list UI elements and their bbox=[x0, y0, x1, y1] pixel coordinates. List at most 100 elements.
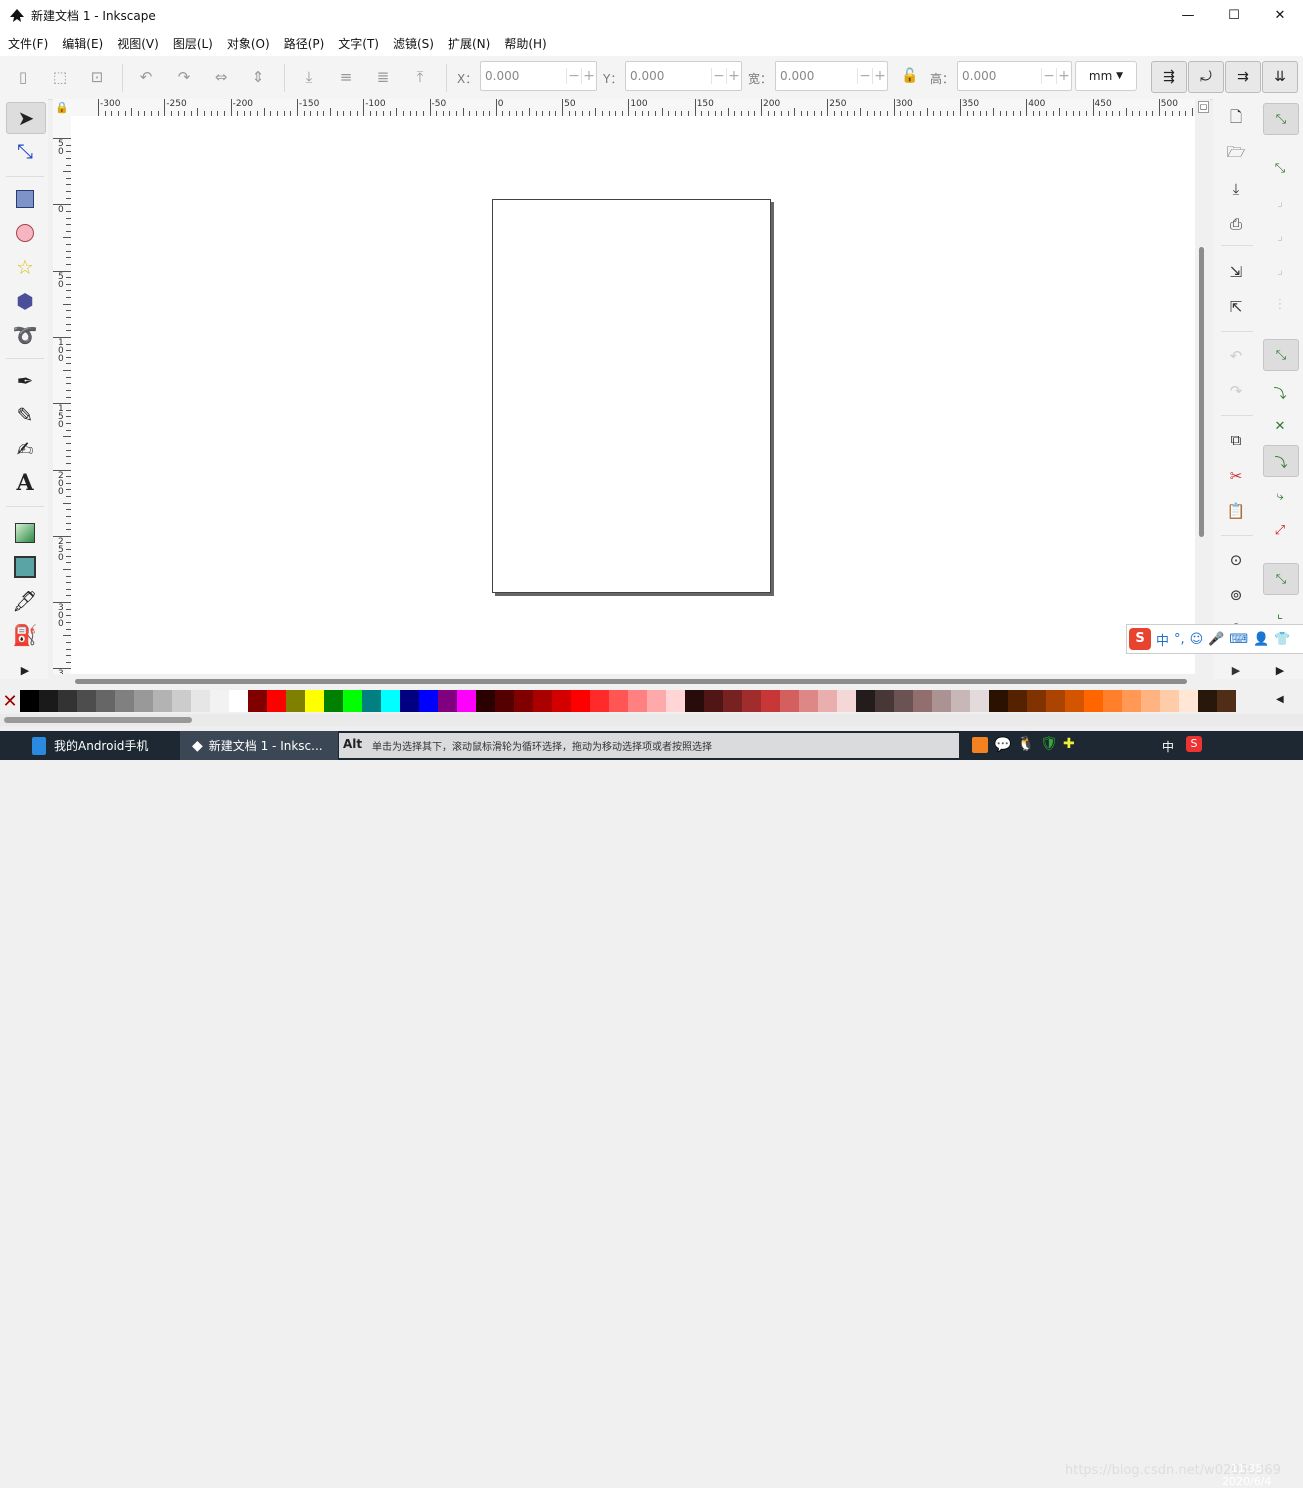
color-swatch[interactable] bbox=[77, 690, 96, 712]
more-commands-button[interactable]: ▶ bbox=[1225, 659, 1247, 681]
flip-vertical-icon[interactable]: ⇕ bbox=[249, 68, 267, 86]
color-swatch[interactable] bbox=[970, 690, 989, 712]
rotate-cw-icon[interactable]: ↷ bbox=[175, 68, 193, 86]
move-patterns-button[interactable]: ⇊ bbox=[1262, 61, 1298, 93]
snap-bbox-corner-button[interactable]: ⌟ bbox=[1263, 221, 1297, 251]
color-swatch[interactable] bbox=[362, 690, 381, 712]
color-swatch[interactable] bbox=[1046, 690, 1065, 712]
color-swatch[interactable] bbox=[134, 690, 153, 712]
scale-stroke-button[interactable]: ⇶ bbox=[1151, 61, 1187, 93]
zoom-selection-icon[interactable]: ⊙ bbox=[1225, 549, 1247, 571]
cut-scissors-icon[interactable]: ✂ bbox=[1225, 465, 1247, 487]
sogou-logo-icon[interactable]: S bbox=[1129, 628, 1151, 650]
color-swatch[interactable] bbox=[267, 690, 286, 712]
undo-icon[interactable]: ↶ bbox=[1225, 345, 1247, 367]
more-snap-button[interactable]: ▶ bbox=[1263, 655, 1297, 685]
color-swatch[interactable] bbox=[1141, 690, 1160, 712]
menu-edit[interactable]: 编辑(E) bbox=[54, 35, 109, 52]
y-input[interactable]: 0.000 − + bbox=[625, 61, 742, 91]
y-increment-button[interactable]: + bbox=[726, 68, 741, 84]
color-swatch[interactable] bbox=[324, 690, 343, 712]
horizontal-scrollbar[interactable] bbox=[71, 674, 1195, 689]
color-swatch[interactable] bbox=[229, 690, 248, 712]
lower-to-bottom-icon[interactable]: ⤓ bbox=[300, 68, 318, 86]
lower-icon[interactable]: ≡ bbox=[337, 68, 355, 86]
color-swatch[interactable] bbox=[400, 690, 419, 712]
taskbar-item-android[interactable]: 我的Android手机 bbox=[0, 731, 175, 760]
menu-extensions[interactable]: 扩展(N) bbox=[440, 35, 496, 52]
color-swatch[interactable] bbox=[381, 690, 400, 712]
more-tools-button[interactable]: ▶ bbox=[6, 655, 44, 685]
zoom-corner-icon[interactable]: ▢ bbox=[1198, 101, 1209, 113]
color-swatch[interactable] bbox=[913, 690, 932, 712]
menu-layer[interactable]: 图层(L) bbox=[165, 35, 219, 52]
color-swatch[interactable] bbox=[856, 690, 875, 712]
vertical-scrollbar-thumb[interactable] bbox=[1199, 247, 1204, 537]
snap-nodes-button[interactable]: ⤡ bbox=[1263, 339, 1299, 371]
color-swatch[interactable] bbox=[419, 690, 438, 712]
color-swatch[interactable] bbox=[495, 690, 514, 712]
shield-tray-icon[interactable]: 🛡 bbox=[1040, 736, 1058, 752]
color-swatch[interactable] bbox=[1008, 690, 1027, 712]
color-swatch[interactable] bbox=[39, 690, 58, 712]
snap-paths-button[interactable]: ⤵ bbox=[1263, 377, 1297, 407]
color-swatch[interactable] bbox=[248, 690, 267, 712]
ime-language-indicator[interactable]: 中 bbox=[1162, 738, 1174, 755]
print-icon[interactable]: ⎙ bbox=[1225, 213, 1247, 235]
width-input[interactable]: 0.000 − + bbox=[775, 61, 888, 91]
selector-tool[interactable]: ➤ bbox=[6, 102, 46, 134]
color-swatch[interactable] bbox=[1084, 690, 1103, 712]
color-swatch[interactable] bbox=[286, 690, 305, 712]
paint-bucket-tool[interactable]: ⛽ bbox=[6, 620, 44, 650]
horizontal-scrollbar-thumb[interactable] bbox=[75, 679, 1187, 684]
microphone-icon[interactable]: 🎤 bbox=[1208, 632, 1224, 647]
no-paint-swatch[interactable]: ✕ bbox=[0, 690, 20, 712]
width-increment-button[interactable]: + bbox=[872, 68, 887, 84]
sogou-tray-icon[interactable]: S bbox=[1186, 736, 1202, 752]
color-swatch[interactable] bbox=[875, 690, 894, 712]
spiral-tool[interactable]: ➰ bbox=[6, 320, 44, 350]
color-swatch[interactable] bbox=[438, 690, 457, 712]
color-swatch[interactable] bbox=[837, 690, 856, 712]
ime-lang-toggle[interactable]: 中 bbox=[1156, 630, 1169, 649]
lock-ratio-icon[interactable]: 🔓 bbox=[901, 68, 918, 84]
color-swatch[interactable] bbox=[58, 690, 77, 712]
paste-icon[interactable]: 📋 bbox=[1225, 500, 1247, 522]
color-swatch[interactable] bbox=[1160, 690, 1179, 712]
redo-icon[interactable]: ↷ bbox=[1225, 380, 1247, 402]
gradient-tool[interactable] bbox=[6, 518, 44, 548]
user-icon[interactable]: 👤 bbox=[1253, 632, 1269, 647]
guides-lock-icon[interactable]: 🔒 bbox=[53, 99, 71, 116]
color-swatch[interactable] bbox=[1065, 690, 1084, 712]
new-document-icon[interactable]: 🗋 bbox=[1225, 108, 1247, 130]
color-swatch[interactable] bbox=[780, 690, 799, 712]
ruler-vertical[interactable]: 50 0 50 100 150 200 250 300 3 bbox=[53, 116, 72, 674]
chat-tray-icon[interactable]: 💬 bbox=[994, 737, 1011, 753]
snap-bbox-button[interactable]: ⤡ bbox=[1263, 153, 1297, 183]
import-icon[interactable]: ⇲ bbox=[1225, 261, 1247, 283]
snap-toggle-button[interactable]: ⤡ bbox=[1263, 103, 1299, 135]
snap-others-button[interactable]: ⤡ bbox=[1263, 563, 1299, 595]
menu-file[interactable]: 文件(F) bbox=[0, 35, 54, 52]
color-swatch[interactable] bbox=[609, 690, 628, 712]
text-tool[interactable]: A bbox=[6, 468, 44, 498]
calligraphy-tool[interactable]: ✍ bbox=[6, 434, 44, 464]
keyboard-icon[interactable]: ⌨ bbox=[1229, 632, 1248, 647]
node-tool[interactable]: ⤡ bbox=[6, 136, 44, 166]
color-swatch[interactable] bbox=[932, 690, 951, 712]
deselect-icon[interactable]: ⊡ bbox=[88, 68, 106, 86]
color-swatch[interactable] bbox=[894, 690, 913, 712]
snap-bbox-center-button[interactable]: ⋮ bbox=[1263, 289, 1297, 319]
zoom-drawing-icon[interactable]: ⊚ bbox=[1225, 584, 1247, 606]
palette-scrollbar[interactable] bbox=[0, 714, 1303, 726]
color-swatch[interactable] bbox=[1198, 690, 1217, 712]
color-swatch[interactable] bbox=[514, 690, 533, 712]
plus-tray-icon[interactable]: ✚ bbox=[1063, 736, 1075, 752]
palette-menu-icon[interactable]: ◀ bbox=[1276, 694, 1284, 705]
color-swatch[interactable] bbox=[989, 690, 1008, 712]
emoji-icon[interactable]: ☺ bbox=[1190, 632, 1204, 647]
taskbar-clock[interactable]: 11:35 2020/6/4 bbox=[1222, 1462, 1271, 1488]
color-swatch[interactable] bbox=[1217, 690, 1236, 712]
open-folder-icon[interactable]: 🗁 bbox=[1225, 143, 1247, 165]
color-swatch[interactable] bbox=[704, 690, 723, 712]
